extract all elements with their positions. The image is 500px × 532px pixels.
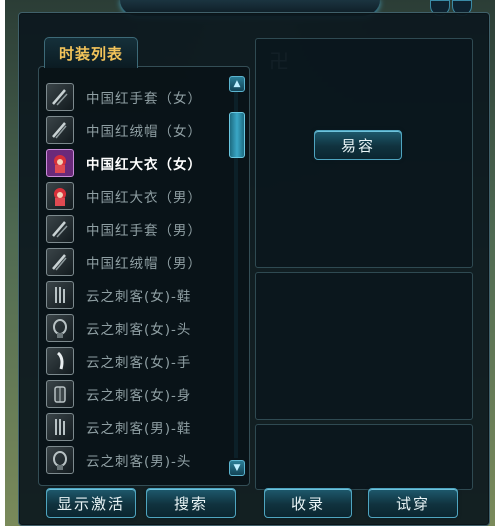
list-item-label: 中国红绒帽（男） bbox=[86, 255, 202, 272]
list-item-label: 云之刺客(男)-头 bbox=[86, 453, 192, 470]
search-button[interactable]: 搜索 bbox=[146, 488, 236, 518]
detail-box bbox=[255, 424, 473, 490]
list-item-label: 中国红手套（女） bbox=[86, 90, 202, 107]
hat-icon bbox=[46, 247, 74, 276]
tab-fashion-list[interactable]: 时装列表 bbox=[44, 37, 138, 68]
list-item[interactable]: 云之刺客(男)-头 bbox=[46, 443, 226, 476]
list-item[interactable]: 中国红大衣（男） bbox=[46, 179, 226, 212]
coat-icon bbox=[46, 181, 74, 210]
glove-icon bbox=[46, 82, 74, 111]
list-item[interactable]: 中国红手套（女） bbox=[46, 80, 226, 113]
list-item-label: 中国红大衣（女） bbox=[86, 156, 202, 173]
list-item[interactable]: 云之刺客(男)-鞋 bbox=[46, 410, 226, 443]
list-item-label: 云之刺客(女)-头 bbox=[86, 321, 192, 338]
fashion-list: 中国红手套（女） 中国红绒帽（女） 中国红大衣（女） 中国红大衣（男） 中国红手套（男）… bbox=[46, 80, 226, 476]
try-on-button[interactable]: 试穿 bbox=[368, 488, 458, 518]
body-icon bbox=[46, 379, 74, 408]
head-icon bbox=[46, 313, 74, 342]
makeover-button[interactable]: 易容 bbox=[314, 130, 402, 160]
list-item[interactable]: 中国红绒帽（女） bbox=[46, 113, 226, 146]
list-item-label: 云之刺客(女)-鞋 bbox=[86, 288, 192, 305]
scroll-up-icon[interactable]: ▲ bbox=[229, 76, 245, 92]
list-item[interactable]: 云之刺客(女)-身 bbox=[46, 377, 226, 410]
glove-icon bbox=[46, 214, 74, 243]
scroll-down-icon[interactable]: ▼ bbox=[229, 460, 245, 476]
list-item[interactable]: 中国红手套（男） bbox=[46, 212, 226, 245]
list-item[interactable]: 云之刺客(女)-头 bbox=[46, 311, 226, 344]
list-scrollbar[interactable]: ▲ ▼ bbox=[229, 76, 245, 476]
hand-icon bbox=[46, 346, 74, 375]
list-item-label: 中国红绒帽（女） bbox=[86, 123, 202, 140]
list-item[interactable]: 云之刺客(女)-手 bbox=[46, 344, 226, 377]
list-item-label: 中国红大衣（男） bbox=[86, 189, 202, 206]
show-active-button[interactable]: 显示激活 bbox=[46, 488, 136, 518]
info-box bbox=[255, 272, 473, 420]
list-item[interactable]: 云之刺客(女)-鞋 bbox=[46, 278, 226, 311]
collect-button[interactable]: 收录 bbox=[264, 488, 352, 518]
list-item-label: 云之刺客(女)-身 bbox=[86, 387, 192, 404]
list-item[interactable]: 中国红大衣（女） bbox=[46, 146, 226, 179]
scroll-thumb[interactable] bbox=[229, 112, 245, 158]
list-item-label: 中国红手套（男） bbox=[86, 222, 202, 239]
shoes-icon bbox=[46, 280, 74, 309]
head-icon bbox=[46, 445, 74, 474]
list-item-label: 云之刺客(女)-手 bbox=[86, 354, 192, 371]
coat-icon bbox=[46, 148, 74, 177]
list-item[interactable]: 中国红绒帽（男） bbox=[46, 245, 226, 278]
game-screen: 时装列表 中国红手套（女） 中国红绒帽（女） 中国红大衣（女） 中国红大衣（男） 中国红… bbox=[0, 0, 500, 532]
hat-icon bbox=[46, 115, 74, 144]
shoes-icon bbox=[46, 412, 74, 441]
list-item-label: 云之刺客(男)-鞋 bbox=[86, 420, 192, 437]
